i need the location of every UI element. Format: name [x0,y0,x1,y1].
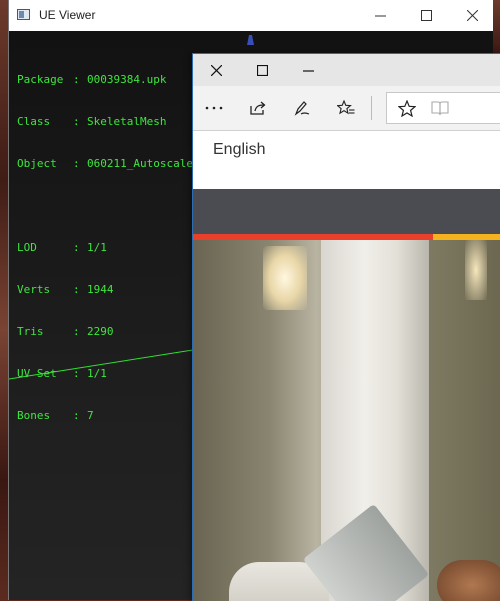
share-icon [250,101,266,115]
language-selector[interactable]: English [213,141,265,159]
reading-view-icon [431,101,449,116]
more-button[interactable] [199,94,229,122]
info-row-package: Package: 00039384.upk [17,73,167,86]
stat-row-bones: Bones: 7 [17,409,94,422]
maximize-button[interactable] [239,54,285,86]
reading-view-button[interactable] [425,94,455,122]
hub-icon [337,100,355,115]
hub-button[interactable] [331,94,361,122]
stat-row-uvset: UV Set: 1/1 [17,367,107,380]
hero-image [193,240,500,601]
lamp-light-right [465,240,487,300]
info-row-class: Class: SkeletalMesh [17,115,167,128]
stat-row-tris: Tris: 2290 [17,325,114,338]
info-row-object: Object: 060211_Autoscale [17,157,193,170]
toolbar-divider [371,96,372,120]
minimize-icon [374,15,386,17]
lamp-light [263,246,307,310]
info-spacer [17,199,193,213]
close-button[interactable] [193,54,239,86]
stat-row-lod: LOD: 1/1 [17,241,107,254]
web-notes-button[interactable] [287,94,317,122]
ue-viewer-titlebar[interactable]: UE Viewer [9,0,493,31]
close-icon [210,64,222,76]
close-icon [466,10,478,21]
more-icon [205,106,223,110]
favorite-star-icon [398,99,416,117]
maximize-icon [256,64,268,76]
maximize-button[interactable] [403,0,449,31]
edge-titlebar[interactable] [193,54,500,86]
minimize-button[interactable] [285,54,331,86]
mesh-info-panel: Package: 00039384.upk Class: SkeletalMes… [17,45,193,451]
hand-shape [437,560,500,601]
edge-browser-window[interactable]: English [192,53,500,601]
minimize-button[interactable] [357,0,403,31]
site-navigation-bar [193,189,500,234]
stat-row-verts: Verts: 1944 [17,283,114,296]
browser-toolbar [193,86,500,131]
window-title: UE Viewer [39,8,96,22]
close-button[interactable] [449,0,495,31]
notes-icon [294,101,310,116]
add-favorite-button[interactable] [392,94,422,122]
app-window-icon [17,9,30,20]
language-bar: English [193,131,500,189]
share-button[interactable] [243,94,273,122]
minimize-icon [302,69,314,72]
maximize-icon [420,10,432,21]
